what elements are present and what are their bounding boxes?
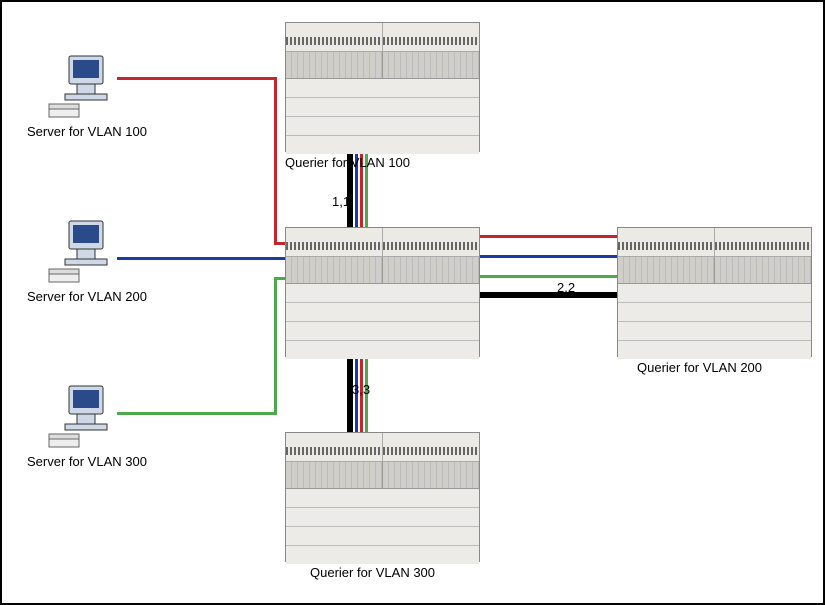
vlan100-line xyxy=(117,77,277,80)
vlan200-line xyxy=(117,257,297,260)
server-icon xyxy=(47,382,127,452)
switch-center xyxy=(285,227,480,357)
switch-bottom-label: Querier for VLAN 300 xyxy=(310,565,435,580)
server-vlan100: Server for VLAN 100 xyxy=(47,52,127,132)
server-icon xyxy=(47,217,127,287)
switch-top xyxy=(285,22,480,152)
switch-right-label: Querier for VLAN 200 xyxy=(637,360,762,375)
vlan200-line xyxy=(477,255,627,258)
trunk-line-right xyxy=(477,292,627,298)
switch-right xyxy=(617,227,812,357)
diagram-canvas: 1,1 2,2 3,3 Server for VLAN 100 Server f… xyxy=(0,0,825,605)
vlan100-line xyxy=(274,77,277,242)
server-label: Server for VLAN 100 xyxy=(27,124,177,139)
vlan300-line xyxy=(274,277,277,415)
server-label: Server for VLAN 300 xyxy=(27,454,177,469)
switch-top-label: Querier for VLAN 100 xyxy=(285,155,410,170)
switch-bottom xyxy=(285,432,480,562)
vlan100-line xyxy=(477,235,627,238)
server-icon xyxy=(47,52,127,122)
vlan300-line xyxy=(117,412,277,415)
server-vlan300: Server for VLAN 300 xyxy=(47,382,127,462)
link-label-right: 2,2 xyxy=(557,280,575,295)
vlan300-line xyxy=(477,275,627,278)
server-vlan200: Server for VLAN 200 xyxy=(47,217,127,297)
link-label-top: 1,1 xyxy=(332,194,350,209)
link-label-bottom: 3,3 xyxy=(352,382,370,397)
server-label: Server for VLAN 200 xyxy=(27,289,177,304)
